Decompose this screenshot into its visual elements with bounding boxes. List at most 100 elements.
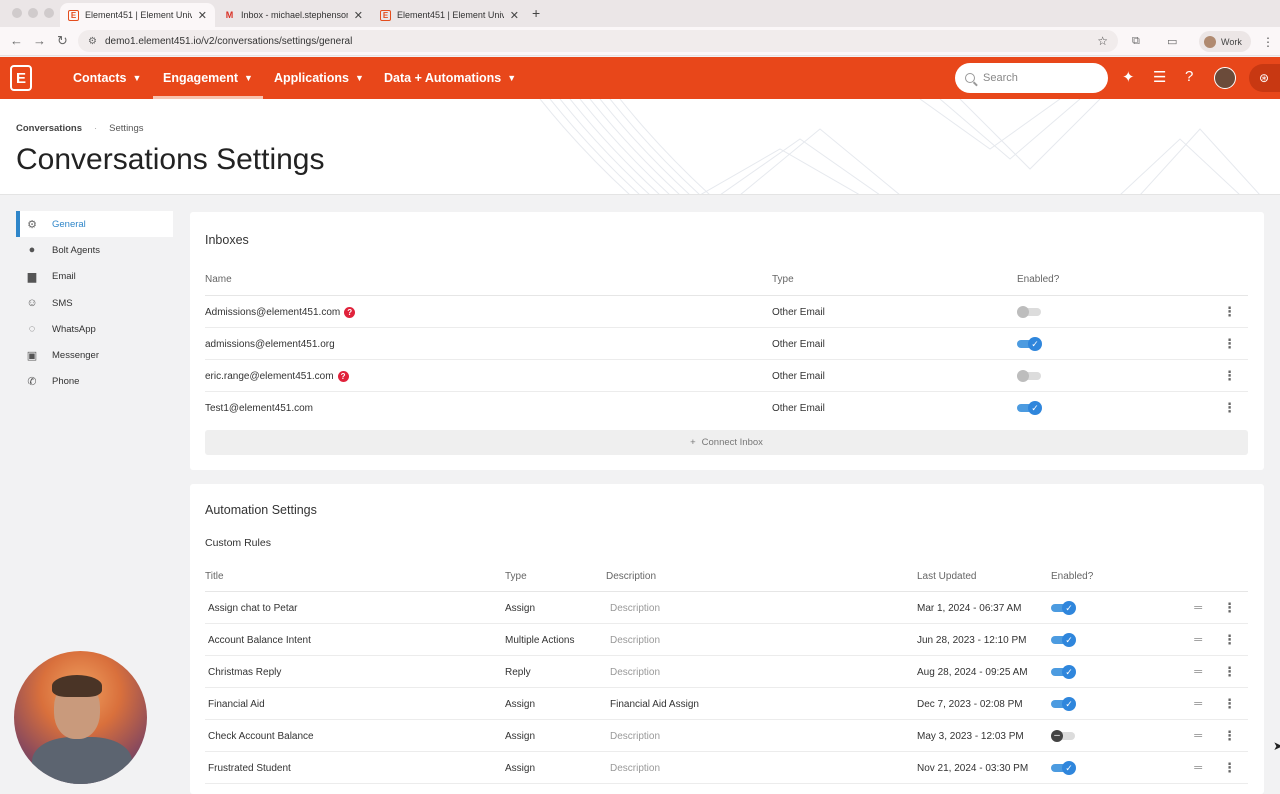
person-icon: ● <box>28 244 36 257</box>
address-bar[interactable]: ⚙ demo1.element451.io/v2/conversations/s… <box>78 30 1118 52</box>
drag-handle-icon[interactable]: ═ <box>1194 688 1202 720</box>
browser-menu-icon[interactable]: ⋮ <box>1262 35 1274 49</box>
drag-handle-icon[interactable]: ═ <box>1194 656 1202 688</box>
column-header-description: Description <box>606 571 657 582</box>
rule-enabled-toggle[interactable]: ✓ <box>1051 752 1077 784</box>
inbox-type: Other Email <box>772 338 825 350</box>
rule-title: Frustrated Student <box>208 762 291 774</box>
inbox-enabled-toggle[interactable]: ✓ <box>1017 328 1043 360</box>
tasks-checklist-icon[interactable]: ☰ <box>1153 68 1166 86</box>
inboxes-title: Inboxes <box>205 233 249 247</box>
inbox-type: Other Email <box>772 306 825 318</box>
nav-engagement[interactable]: Engagement ▼ <box>153 57 263 99</box>
rule-last-updated: Dec 7, 2023 - 02:08 PM <box>917 698 1023 710</box>
user-avatar[interactable] <box>1214 67 1236 89</box>
nav-contacts[interactable]: Contacts ▼ <box>73 57 141 99</box>
extensions-icon[interactable]: ⧉ <box>1132 35 1140 48</box>
nav-applications[interactable]: Applications ▼ <box>274 57 364 99</box>
rule-enabled-toggle[interactable]: ✓ <box>1051 688 1077 720</box>
row-menu-icon[interactable]: ⋮ <box>1223 360 1236 392</box>
forward-icon[interactable]: → <box>33 33 46 48</box>
inbox-name: Admissions@element451.com <box>205 306 341 318</box>
drag-handle-icon[interactable]: ═ <box>1194 592 1202 624</box>
rule-row[interactable]: Frustrated Student Assign Description No… <box>205 752 1248 784</box>
close-tab-icon[interactable]: ✕ <box>198 9 207 22</box>
side-panel-icon[interactable]: ▭ <box>1167 35 1177 48</box>
inbox-name: Test1@element451.com <box>205 402 313 414</box>
drag-handle-icon[interactable]: ═ <box>1194 624 1202 656</box>
row-menu-icon[interactable]: ⋮ <box>1223 752 1236 784</box>
bookmark-star-icon[interactable]: ☆ <box>1097 34 1108 48</box>
rule-row[interactable]: Account Balance Intent Multiple Actions … <box>205 624 1248 656</box>
sidebar-item-whatsapp[interactable]: ◌ WhatsApp <box>16 316 173 342</box>
rule-row[interactable]: Check Account Balance Assign Description… <box>205 720 1248 752</box>
row-menu-icon[interactable]: ⋮ <box>1223 296 1236 328</box>
close-tab-icon[interactable]: ✕ <box>510 9 519 22</box>
inbox-enabled-toggle[interactable]: ✓ <box>1017 392 1043 424</box>
inbox-row: Test1@element451.com Other Email ✓ ⋮ <box>205 392 1248 424</box>
search-icon <box>965 73 975 83</box>
inbox-enabled-toggle[interactable] <box>1017 360 1043 392</box>
rule-row[interactable]: Assign chat to Petar Assign Description … <box>205 592 1248 624</box>
browser-tab-2[interactable]: M Inbox - michael.stephenson@ ✕ <box>216 3 371 27</box>
rule-enabled-toggle[interactable]: – <box>1051 720 1077 752</box>
back-icon[interactable]: ← <box>10 33 23 48</box>
sidebar-item-bolt-agents[interactable]: ● Bolt Agents <box>16 237 173 263</box>
sidebar-item-phone[interactable]: ✆ Phone <box>16 369 173 395</box>
sidebar-item-label: Email <box>52 271 76 283</box>
inbox-name: admissions@element451.org <box>205 338 335 350</box>
nav-data-automations[interactable]: Data + Automations ▼ <box>384 57 516 99</box>
column-header-type: Type <box>772 274 794 285</box>
browser-tab-1[interactable]: E Element451 | Element Univer ✕ <box>60 3 215 27</box>
help-icon[interactable]: ? <box>1185 68 1193 85</box>
site-settings-icon[interactable]: ⚙ <box>88 36 97 47</box>
row-menu-icon[interactable]: ⋮ <box>1223 688 1236 720</box>
warning-help-icon[interactable]: ? <box>337 370 349 382</box>
account-button[interactable]: ⊛ <box>1249 64 1280 92</box>
rule-row[interactable]: Christmas Reply Reply Description Aug 28… <box>205 656 1248 688</box>
inbox-row: Admissions@element451.com? Other Email ⋮ <box>205 296 1248 328</box>
row-menu-icon[interactable]: ⋮ <box>1223 328 1236 360</box>
close-tab-icon[interactable]: ✕ <box>354 9 363 22</box>
warning-help-icon[interactable]: ? <box>344 306 356 318</box>
rule-enabled-toggle[interactable]: ✓ <box>1051 592 1077 624</box>
profile-avatar <box>1204 35 1216 48</box>
element451-logo[interactable]: E <box>10 65 32 91</box>
inbox-row: eric.range@element451.com? Other Email ⋮ <box>205 360 1248 392</box>
inbox-name: eric.range@element451.com <box>205 370 334 382</box>
phone-icon: ✆ <box>27 376 37 389</box>
row-menu-icon[interactable]: ⋮ <box>1223 624 1236 656</box>
row-menu-icon[interactable]: ⋮ <box>1223 592 1236 624</box>
inbox-name-cell: eric.range@element451.com? <box>205 360 349 392</box>
sidebar-item-email[interactable]: ▆ Email <box>16 264 173 290</box>
row-menu-icon[interactable]: ⋮ <box>1223 392 1236 424</box>
connect-inbox-button[interactable]: + Connect Inbox <box>205 430 1248 455</box>
window-controls[interactable] <box>12 8 54 18</box>
rule-title: Financial Aid <box>208 698 265 710</box>
chevron-down-icon: ▼ <box>244 73 253 83</box>
row-menu-icon[interactable]: ⋮ <box>1223 720 1236 752</box>
sidebar-item-sms[interactable]: ☺ SMS <box>16 290 173 316</box>
row-menu-icon[interactable]: ⋮ <box>1223 656 1236 688</box>
connect-inbox-label: Connect Inbox <box>701 437 763 448</box>
drag-handle-icon[interactable]: ═ <box>1194 720 1202 752</box>
inbox-enabled-toggle[interactable] <box>1017 296 1043 328</box>
rule-title: Assign chat to Petar <box>208 602 298 614</box>
browser-tab-3[interactable]: E Element451 | Element Univer ✕ <box>372 3 527 27</box>
rule-row[interactable]: Financial Aid Assign Financial Aid Assig… <box>205 688 1248 720</box>
inbox-type: Other Email <box>772 370 825 382</box>
new-tab-icon[interactable]: + <box>532 5 540 21</box>
reload-icon[interactable]: ↻ <box>57 33 68 49</box>
profile-button[interactable]: Work <box>1199 31 1251 52</box>
automation-settings-card: Automation Settings Custom Rules Title T… <box>190 484 1264 794</box>
sidebar-item-general[interactable]: ⚙ General <box>16 211 173 238</box>
global-search-input[interactable]: Search <box>955 63 1108 93</box>
drag-handle-icon[interactable]: ═ <box>1194 752 1202 784</box>
rule-enabled-toggle[interactable]: ✓ <box>1051 624 1077 656</box>
chat-icon: ☺ <box>26 297 38 310</box>
breadcrumb-conversations[interactable]: Conversations <box>16 123 82 134</box>
page-header: Conversations · Settings Conversations S… <box>0 99 1280 195</box>
rule-enabled-toggle[interactable]: ✓ <box>1051 656 1077 688</box>
sidebar-item-messenger[interactable]: ▣ Messenger <box>16 342 173 368</box>
rocket-icon[interactable]: ✦ <box>1122 68 1135 86</box>
